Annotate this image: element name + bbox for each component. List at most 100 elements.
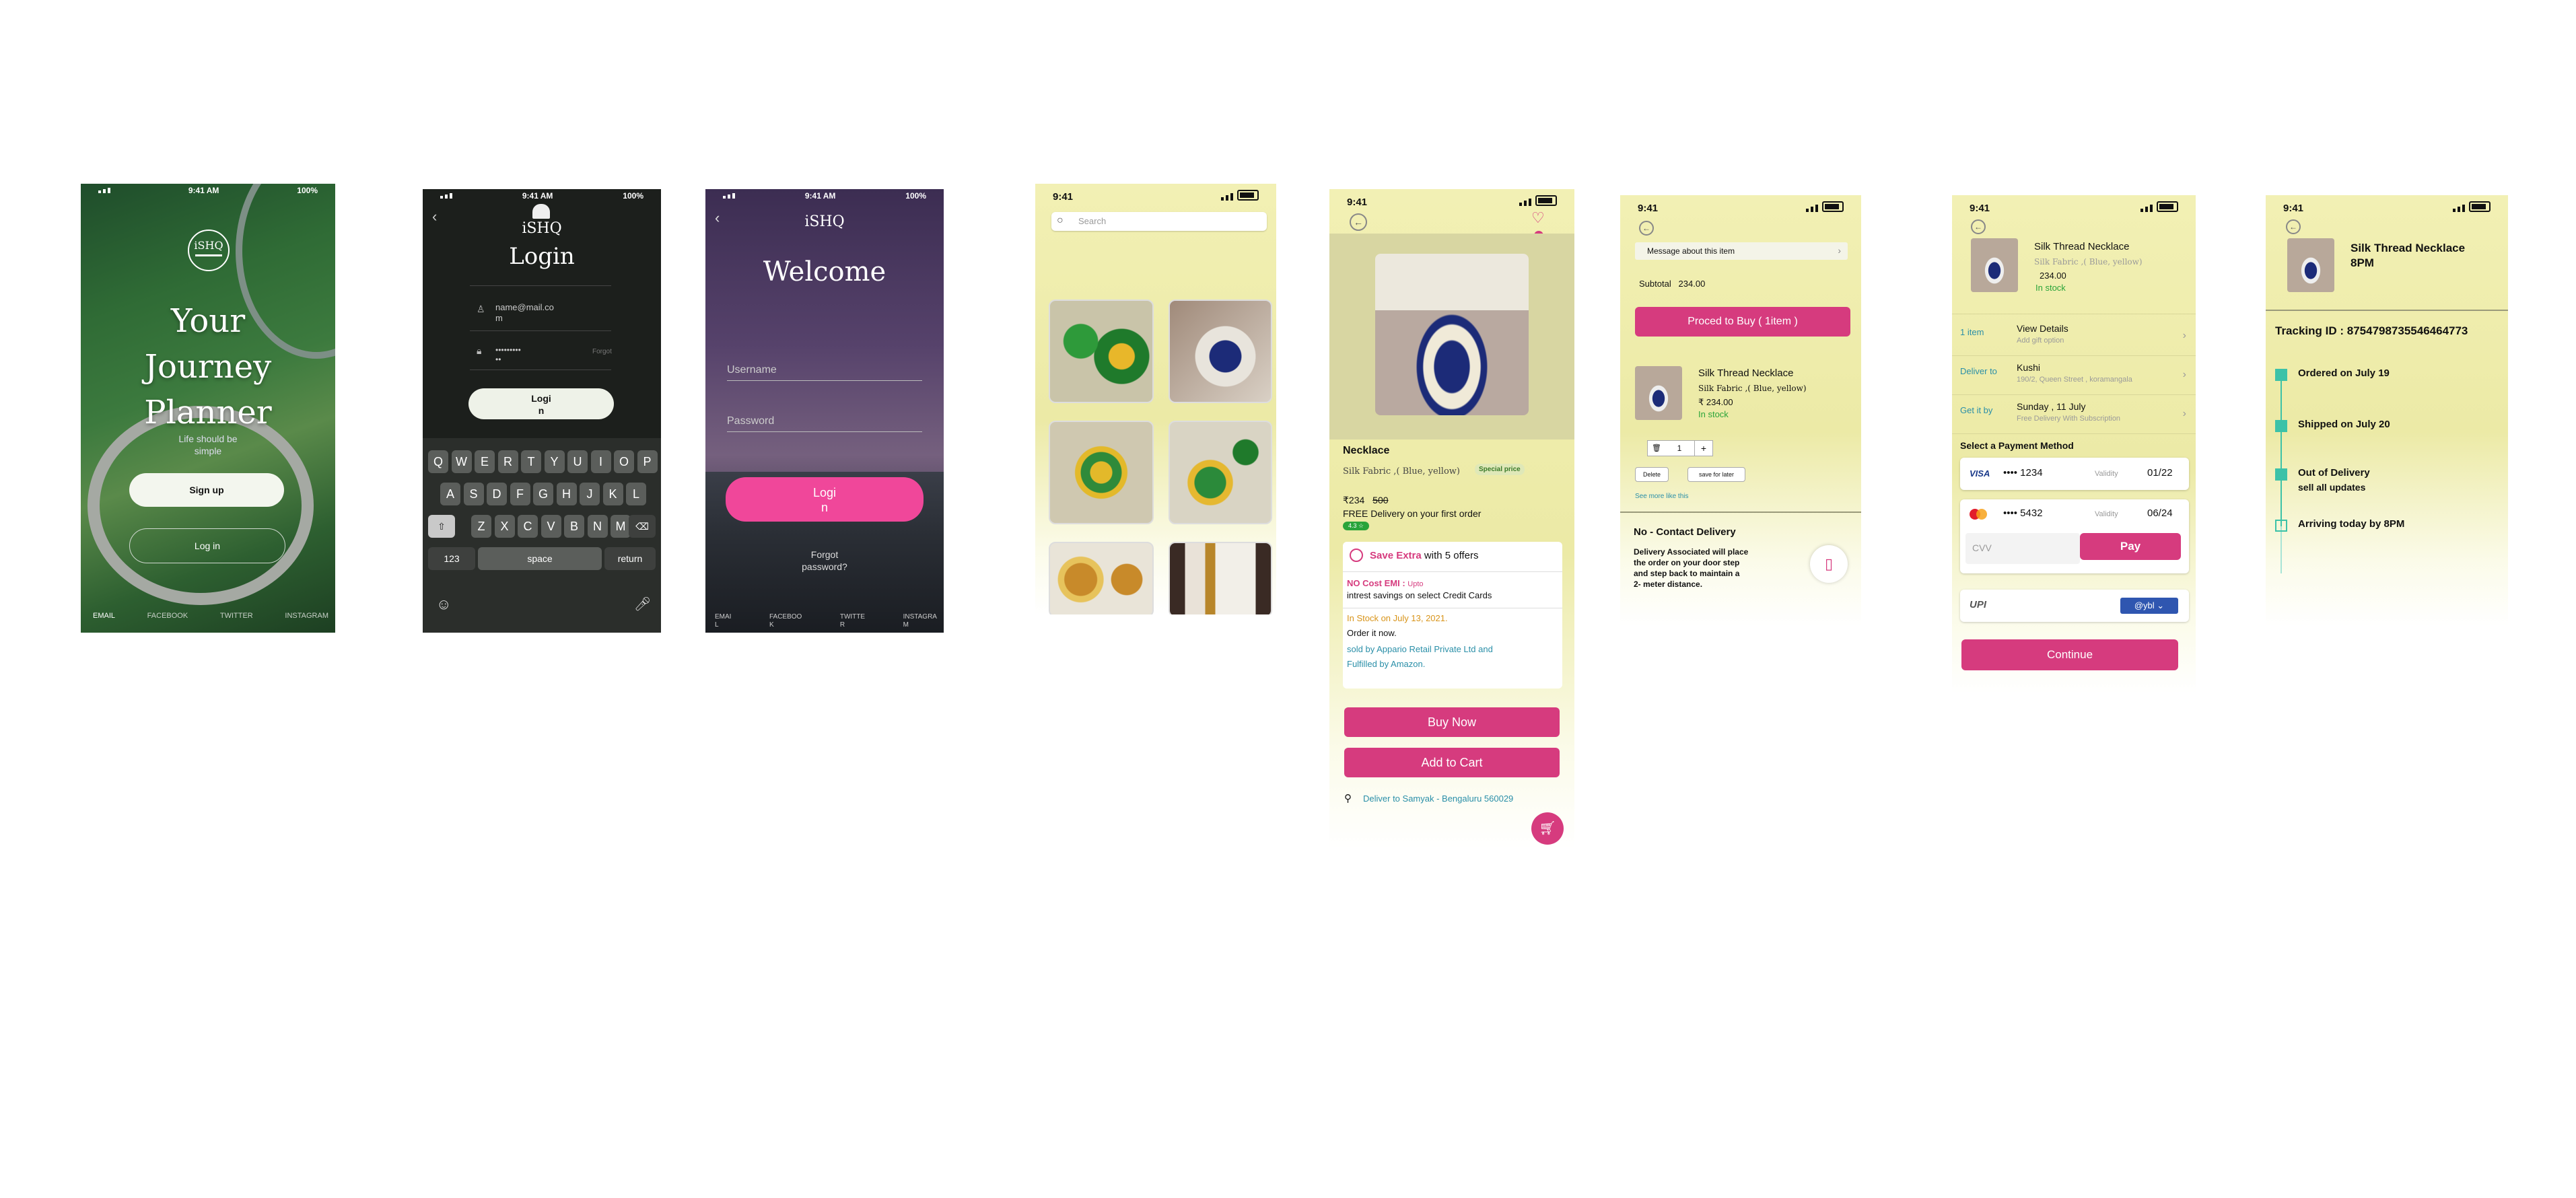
- delete-button[interactable]: Delete: [1635, 467, 1669, 482]
- pay-button[interactable]: Pay: [2080, 533, 2181, 560]
- step-sub[interactable]: sell all updates: [2298, 482, 2365, 493]
- shift-key-icon[interactable]: ⇧: [428, 515, 455, 538]
- summary-row-title[interactable]: Sunday , 11 July: [2017, 401, 2085, 412]
- key[interactable]: F: [510, 483, 530, 505]
- product-thumb[interactable]: [1169, 300, 1272, 403]
- social-email[interactable]: EMAIL: [715, 613, 731, 629]
- search-input[interactable]: ○ Search: [1051, 212, 1267, 231]
- login-button[interactable]: Logi n: [468, 388, 614, 419]
- product-thumb[interactable]: [1049, 300, 1154, 403]
- key-123[interactable]: 123: [428, 547, 475, 570]
- emoji-icon[interactable]: ☺: [436, 596, 451, 613]
- key[interactable]: Y: [544, 450, 565, 473]
- key[interactable]: L: [626, 483, 646, 505]
- key[interactable]: J: [580, 483, 600, 505]
- forgot-password-link[interactable]: Forgot password?: [705, 549, 944, 573]
- save-for-later-button[interactable]: save for later: [1687, 467, 1745, 482]
- back-arrow-icon[interactable]: ←: [1350, 213, 1367, 231]
- item-name: Silk Thread Necklace: [2034, 241, 2130, 252]
- login-button[interactable]: Logi n: [726, 477, 924, 522]
- login-label: n: [821, 501, 828, 514]
- microphone-icon[interactable]: 🎤︎: [634, 596, 651, 612]
- key[interactable]: T: [521, 450, 541, 473]
- forgot-link[interactable]: Forgot: [592, 348, 612, 355]
- key[interactable]: R: [497, 450, 518, 473]
- price: ₹234: [1343, 495, 1365, 505]
- key[interactable]: Z: [471, 515, 491, 538]
- key[interactable]: B: [564, 515, 584, 538]
- message-about-item[interactable]: Message about this item ›: [1635, 242, 1848, 260]
- key[interactable]: I: [590, 450, 611, 473]
- back-arrow-icon[interactable]: ←: [1639, 221, 1654, 236]
- social-twitter[interactable]: TWITTER: [840, 613, 865, 629]
- fulfilled-by[interactable]: Fulfilled by Amazon.: [1347, 659, 1425, 669]
- mastercard-option[interactable]: •••• 5432 Validity 06/24 CVV Pay: [1960, 499, 2189, 573]
- product-thumb[interactable]: [1169, 421, 1272, 524]
- password-input[interactable]: Password: [727, 415, 922, 432]
- back-arrow-icon[interactable]: ←: [1971, 219, 1986, 234]
- social-instagram[interactable]: INSTAGRAM: [285, 612, 328, 620]
- cart-fab-icon[interactable]: 🛒︎: [1531, 812, 1564, 845]
- key[interactable]: G: [533, 483, 553, 505]
- sold-by[interactable]: sold by Appario Retail Private Ltd and: [1347, 644, 1493, 654]
- key[interactable]: M: [611, 515, 631, 538]
- key[interactable]: N: [587, 515, 608, 538]
- product-thumb[interactable]: [1049, 421, 1154, 524]
- heart-icon[interactable]: ♡: [1531, 209, 1545, 227]
- continue-button[interactable]: Continue: [1961, 639, 2178, 670]
- user-icon: ♙: [477, 304, 485, 314]
- upi-option[interactable]: UPI @ybl ⌄: [1960, 590, 2189, 622]
- divider: [470, 285, 611, 286]
- summary-row-title[interactable]: Kushi: [2017, 362, 2040, 373]
- proceed-to-buy-button[interactable]: Proced to Buy ( 1item ): [1635, 307, 1850, 337]
- key[interactable]: X: [494, 515, 515, 538]
- key[interactable]: D: [487, 483, 507, 505]
- social-label: INSTAGRA: [903, 613, 937, 621]
- key[interactable]: A: [440, 483, 460, 505]
- username-input[interactable]: Username: [727, 364, 922, 381]
- deliver-to[interactable]: Deliver to Samyak - Bengaluru 560029: [1363, 794, 1513, 804]
- key[interactable]: H: [556, 483, 577, 505]
- buy-now-button[interactable]: Buy Now: [1344, 707, 1560, 737]
- item-thumb[interactable]: [1635, 366, 1682, 420]
- key[interactable]: W: [451, 450, 472, 473]
- key[interactable]: Q: [428, 450, 448, 473]
- social-email[interactable]: EMAIL: [93, 612, 115, 620]
- add-to-cart-button[interactable]: Add to Cart: [1344, 748, 1560, 777]
- upi-handle-dropdown[interactable]: @ybl ⌄: [2120, 598, 2178, 614]
- key[interactable]: E: [475, 450, 495, 473]
- password-field[interactable]: ••••••••• ••: [495, 345, 521, 364]
- key-return[interactable]: return: [604, 547, 656, 570]
- social-facebook[interactable]: FACEBOOK: [769, 613, 802, 629]
- status-bar: 9:41: [1035, 184, 1276, 209]
- key[interactable]: K: [602, 483, 623, 505]
- signup-button[interactable]: Sign up: [129, 473, 284, 507]
- save-extra[interactable]: Save Extra with 5 offers: [1370, 550, 1479, 561]
- key[interactable]: C: [518, 515, 538, 538]
- backspace-key-icon[interactable]: ⌫: [629, 515, 656, 538]
- trash-icon[interactable]: 🗑︎: [1647, 440, 1666, 456]
- summary-row-title[interactable]: View Details: [2017, 323, 2068, 334]
- email-value: m: [495, 313, 503, 323]
- visa-card-option[interactable]: VISA •••• 1234 Validity 01/22: [1960, 458, 2189, 490]
- product-thumb[interactable]: [1169, 542, 1272, 614]
- plus-icon[interactable]: +: [1694, 440, 1713, 456]
- social-twitter[interactable]: TWITTER: [220, 612, 253, 620]
- key[interactable]: U: [567, 450, 588, 473]
- item-name[interactable]: Silk Thread Necklace: [1698, 367, 1793, 379]
- key[interactable]: V: [541, 515, 561, 538]
- key[interactable]: S: [463, 483, 484, 505]
- social-facebook[interactable]: FACEBOOK: [147, 612, 188, 620]
- summary-row-sub: Free Delivery With Subscription: [2017, 415, 2121, 423]
- back-arrow-icon[interactable]: ←: [2286, 219, 2301, 234]
- email-field[interactable]: name@mail.co m: [495, 302, 554, 324]
- key[interactable]: O: [614, 450, 634, 473]
- product-thumb[interactable]: [1049, 542, 1154, 614]
- see-more-link[interactable]: See more like this: [1635, 493, 1688, 500]
- key-space[interactable]: space: [478, 547, 602, 570]
- login-button[interactable]: Log in: [129, 528, 285, 563]
- social-instagram[interactable]: INSTAGRAM: [903, 613, 937, 629]
- key[interactable]: P: [637, 450, 658, 473]
- screen-catalog: 9:41 ○ Search: [1035, 184, 1276, 614]
- cvv-input[interactable]: CVV: [1965, 533, 2080, 564]
